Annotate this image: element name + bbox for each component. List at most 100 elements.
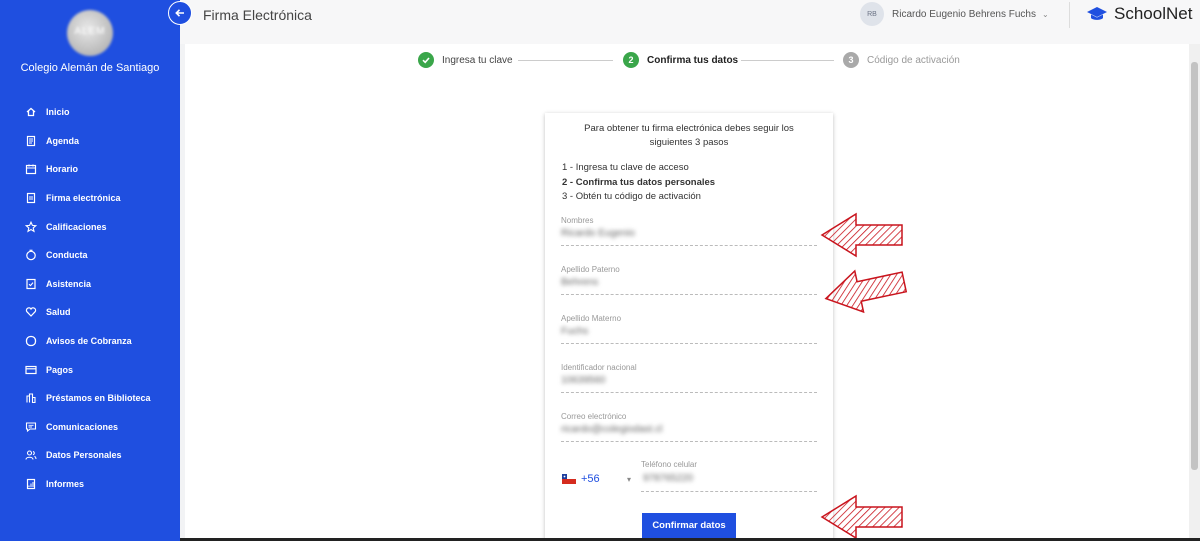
card-icon [25,365,37,374]
arrow-left-icon [175,9,184,17]
attendance-icon [26,278,36,289]
sidebar-item-label: Conducta [46,250,88,261]
sidebar-item-label: Asistencia [46,278,92,289]
calendar-icon [25,164,37,175]
school-avatar: ALEM [67,10,113,56]
sidebar-item-firma-electronica[interactable]: Firma electrónica [25,184,151,213]
field-label: Correo electrónico [561,412,627,421]
step-ingresa-tu-clave: Ingresa tu clave [418,52,513,68]
sidebar-item-prestamos-en-biblioteca[interactable]: Préstamos en Biblioteca [25,384,151,413]
sidebar-item-label: Salud [46,307,71,318]
chevron-down-icon: ⌄ [1041,9,1049,19]
sidebar-item-label: Datos Personales [46,450,122,461]
home-icon [26,107,36,117]
sidebar-item-label: Firma electrónica [46,193,121,204]
signature-icon [26,192,36,204]
field-value: 978765220 [643,473,694,484]
field-value: 10639560 [561,375,606,386]
country-code-select[interactable]: +56 [581,473,600,485]
step-connector [518,60,613,61]
step-label: Confirma tus datos [647,54,739,66]
step-label: Ingresa tu clave [442,54,513,66]
sidebar-item-avisos-de-cobranza[interactable]: Avisos de Cobranza [25,327,151,356]
sidebar: ALEM Colegio Alemán de Santiago Inicio A… [0,0,180,541]
sidebar-item-conducta[interactable]: Conducta [25,241,151,270]
sidebar-item-label: Préstamos en Biblioteca [46,393,151,404]
field-label: Apellido Paterno [561,265,620,274]
user-avatar: RB [860,2,884,26]
sidebar-item-label: Comunicaciones [46,421,119,432]
steps-list: 1 - Ingresa tu clave de acceso 2 - Confi… [562,161,715,205]
brand-logo[interactable]: SchoolNet [1086,4,1192,24]
sidebar-item-label: Inicio [46,107,70,118]
school-name: Colegio Alemán de Santiago [20,62,160,74]
message-icon [25,422,37,432]
billing-icon [25,335,37,347]
agenda-icon [26,135,36,146]
field-label: Teléfono celular [641,460,698,469]
step-codigo-de-activacion: 3 Código de activación [843,52,960,68]
chevron-down-icon[interactable]: ▾ [627,475,631,484]
avatar-text: ALEM [74,26,106,37]
field-label: Identificador nacional [561,363,637,372]
sidebar-item-comunicaciones[interactable]: Comunicaciones [25,413,151,442]
star-icon [25,220,37,233]
correo-electronico-field[interactable]: Correo electrónico ricardo@colegiodast.c… [561,412,817,442]
sidebar-item-asistencia[interactable]: Asistencia [25,270,151,299]
apellido-materno-field[interactable]: Apellido Materno Fuchs [561,314,817,344]
identificador-nacional-field[interactable]: Identificador nacional 10639560 [561,363,817,393]
sidebar-item-label: Calificaciones [46,221,107,232]
confirm-data-card: Para obtener tu firma electrónica debes … [545,113,833,541]
sidebar-item-label: Horario [46,164,79,175]
steps-list-item: 1 - Ingresa tu clave de acceso [562,162,689,173]
sidebar-nav: Inicio Agenda Horario Firma electrónica … [25,98,151,498]
field-underline [561,343,817,344]
field-underline [561,441,817,442]
field-value: ricardo@colegiodast.cl [561,424,663,435]
user-name: Ricardo Eugenio Behrens Fuchs [892,8,1036,20]
brand-name: SchoolNet [1114,4,1193,23]
sidebar-item-label: Informes [46,479,85,490]
field-value: Fuchs [561,326,589,337]
user-menu[interactable]: RB Ricardo Eugenio Behrens Fuchs ⌄ [860,2,1049,26]
sidebar-item-informes[interactable]: Informes [25,470,151,499]
graduation-cap-icon [1087,7,1107,20]
annotation-arrow-icon [820,212,903,258]
steps-list-item: 3 - Obtén tu código de activación [562,191,701,202]
telefono-celular-field[interactable]: +56 ▾ Teléfono celular 978765220 [561,458,817,494]
sidebar-item-inicio[interactable]: Inicio [25,98,151,127]
nombres-field[interactable]: Nombres Ricardo Eugenio [561,216,817,246]
collapse-sidebar-button[interactable] [168,1,192,25]
report-icon [26,478,36,490]
step-number: 2 [623,52,639,68]
step-number: 3 [843,52,859,68]
annotation-arrow-icon [824,269,908,314]
steps-list-item-current: 2 - Confirma tus datos personales [562,176,716,188]
sidebar-item-horario[interactable]: Horario [25,155,151,184]
sidebar-item-agenda[interactable]: Agenda [25,127,151,156]
card-intro: Para obtener tu firma electrónica debes … [584,123,794,148]
header-divider [1069,2,1070,28]
field-value: Behrens [561,277,599,288]
sidebar-item-calificaciones[interactable]: Calificaciones [25,212,151,241]
chile-flag-icon [562,474,576,484]
apellido-paterno-field[interactable]: Apellido Paterno Behrens [561,265,817,295]
sidebar-item-label: Avisos de Cobranza [46,336,132,347]
sidebar-item-salud[interactable]: Salud [25,298,151,327]
field-underline [561,245,817,246]
scrollbar-thumb[interactable] [1191,62,1198,470]
heart-icon [25,307,37,318]
sidebar-item-datos-personales[interactable]: Datos Personales [25,441,151,470]
step-done-icon [418,52,434,68]
conduct-icon [26,249,36,261]
sidebar-item-pagos[interactable]: Pagos [25,355,151,384]
sidebar-item-label: Pagos [46,364,74,375]
step-connector [741,60,834,61]
sidebar-item-label: Agenda [46,135,80,146]
confirmar-datos-button[interactable]: Confirmar datos [642,513,736,538]
field-label: Nombres [561,216,594,225]
step-label: Código de activación [867,54,960,66]
library-icon [26,393,36,404]
annotation-arrow-icon [820,494,903,540]
people-icon [25,450,37,461]
